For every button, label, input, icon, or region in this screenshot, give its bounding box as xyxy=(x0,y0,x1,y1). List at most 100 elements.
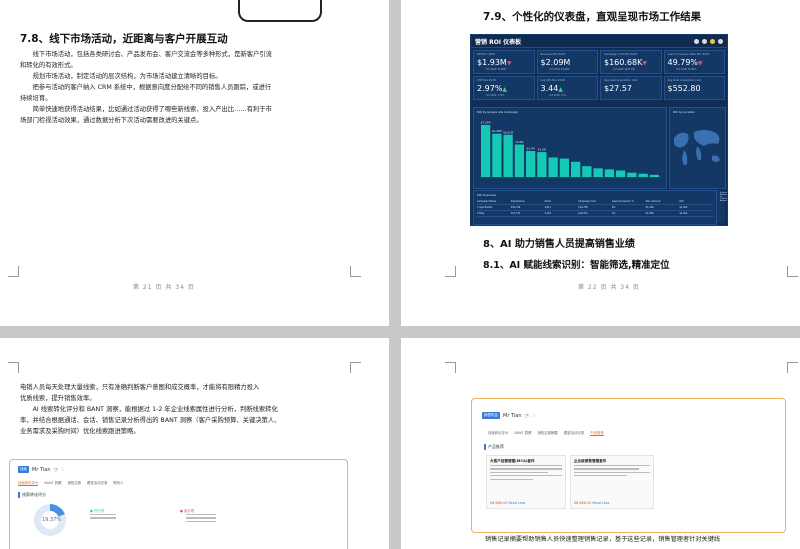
tab-sales-process[interactable]: 销售过程 xyxy=(67,480,81,486)
tab-activity-log[interactable]: 跟进活动记录 xyxy=(564,430,584,436)
roi-overview-table: Campaign Name Impressions Clicks Campaig… xyxy=(477,199,713,217)
read-less-link[interactable]: Read Less xyxy=(592,501,609,505)
kpi-sub: Oct 2018: 48.85% xyxy=(676,68,697,71)
campaign-bar[interactable] xyxy=(582,166,592,177)
text-line: 电销人员每天处理大量线索，只有准确判断客户意图和成交概率，才能将有限精力投入 xyxy=(20,384,260,391)
score-value: 19.37% xyxy=(42,517,62,523)
kpi-card: Revenue Nov 2018 $2.09M Oct 2018: $2.04M xyxy=(536,50,598,74)
table-cell: $16,768 xyxy=(578,206,588,209)
kpi-card: Avg CPC Nov 2018 3.44▲ Oct 2018: 3.31 xyxy=(536,76,598,100)
product-card[interactable]: 大客户经营管理(MCA)套件 ¥8,888.00 Read Less xyxy=(486,455,566,509)
kpi-label: Revenue Nov 2018 xyxy=(540,53,566,56)
section-heading-7-9: 7.9、个性化的仪表盘，直观呈现市场工作结果 xyxy=(483,11,702,23)
bar-value-label: $6.40M xyxy=(492,129,502,133)
crm-product-recommend-screenshot: 销售机会 Mr Tian ◔ ☆ 线索转化评分 BANT 洞察 销售过程摘要 跟… xyxy=(471,398,786,533)
campaign-bar[interactable] xyxy=(537,152,547,177)
trend-down-icon: ▼ xyxy=(642,60,647,67)
star-icon[interactable]: ☆ xyxy=(61,467,65,473)
column-header: Campaign Cost xyxy=(578,200,596,203)
campaign-bar[interactable] xyxy=(638,173,648,177)
tab-activity-log[interactable]: 跟进活动记录 xyxy=(87,480,107,486)
tab-bant[interactable]: BANT 洞察 xyxy=(514,430,531,436)
panel-title: 线索转化评分 xyxy=(18,492,46,498)
kpi-label: Avg Deal Acquisition Cost xyxy=(667,79,701,82)
settings-icon[interactable] xyxy=(718,38,723,44)
marketing-roi-dashboard: 营销 ROI 仪表板 ROI Nov 2018 $1.93M▼ Oct 2018: … xyxy=(470,34,728,226)
kpi-label: Campaign Cost Nov 2018 xyxy=(604,53,638,56)
campaign-bar[interactable] xyxy=(571,161,581,177)
read-less-link[interactable]: Read Less xyxy=(508,501,525,505)
kpi-sub: Oct 2018: $2.04M xyxy=(549,68,570,71)
kpi-label: Avg Lead Acquisition Cost xyxy=(604,79,638,82)
panel-title: ROI by Google Ads Campaign xyxy=(477,110,519,114)
page-footer: 第 22 页 共 34 页 xyxy=(578,284,640,291)
price-text: ¥8,888.00 xyxy=(490,501,508,505)
kpi-grid: ROI Nov 2018 $1.93M▼ Oct 2018: $1.89M Reve… xyxy=(471,48,727,102)
campaign-bar[interactable] xyxy=(616,170,626,178)
campaign-bar[interactable] xyxy=(526,151,536,177)
product-title: 大客户经营管理(MCA)套件 xyxy=(490,459,535,463)
phone-mockup-bottom xyxy=(238,0,322,22)
bar-value-label: $4.6M xyxy=(515,140,523,144)
bar-value-label: $3.7M xyxy=(527,147,535,151)
column-header: Impressions xyxy=(510,200,525,203)
info-icon[interactable]: ◔ xyxy=(524,413,528,419)
kpi-label: CTR Nov 2018 xyxy=(477,79,496,82)
crop-mark xyxy=(787,362,798,373)
campaign-bar[interactable] xyxy=(649,174,659,177)
product-card[interactable]: 企业级销售管理套件 ¥8,888.00 Read Less xyxy=(570,455,654,509)
panel-title: Invested Amount vs Closed Amount xyxy=(720,192,728,202)
price-text: ¥8,888.00 xyxy=(574,501,592,505)
crop-mark xyxy=(445,266,456,277)
high-score-text: 高分项 xyxy=(184,509,195,513)
tab-sales-summary[interactable]: 销售过程摘要 xyxy=(537,430,557,436)
campaign-bar[interactable] xyxy=(627,172,637,177)
tab-lead-score[interactable]: 线索转化评分 xyxy=(18,480,39,486)
text-line: 率，并结合根据通话、会话、销售记录分析得出的 BANT 洞察（客户采购预算、关键… xyxy=(20,417,281,424)
kpi-value-text: 2.97% xyxy=(477,84,503,93)
column-header: Clicks xyxy=(544,200,552,203)
campaign-bar[interactable] xyxy=(481,125,491,177)
text-line: 场部门检视活动效果，通过数据分析下次活动需要改进的关键点。 xyxy=(20,117,203,124)
campaign-bar[interactable] xyxy=(548,157,558,178)
star-icon[interactable]: ☆ xyxy=(532,413,536,419)
kpi-card: Campaign Cost Nov 2018 $160.68K▼ Oct 2018:… xyxy=(600,50,662,74)
crop-mark xyxy=(350,266,361,277)
tab-contacts[interactable]: 联系人 xyxy=(113,480,123,486)
table-cell: 2 Blog xyxy=(477,212,485,215)
campaign-bar[interactable] xyxy=(604,169,614,177)
share-icon[interactable] xyxy=(702,38,707,44)
tab-lead-score[interactable]: 线索转化评分 xyxy=(488,430,508,436)
table-row[interactable]: 2 Blog 316,733 3,218 $19,352 5% $1,83K $… xyxy=(477,211,713,217)
roi-by-location-panel: ROI by Location xyxy=(669,107,726,189)
info-icon[interactable]: ◔ xyxy=(53,467,57,473)
dashboard-toolbar xyxy=(694,38,727,44)
kpi-card: Avg Deal Acquisition Cost $552.80 xyxy=(663,76,725,100)
text-line: 业务需求及采购时间）优化线索跟进策略。 xyxy=(20,428,140,435)
table-cell: 5% xyxy=(611,212,616,215)
kpi-sub: Oct 2018: 3.31 xyxy=(549,94,566,97)
roi-overview-panel: ROI Overview Campaign Name Impressions C… xyxy=(473,190,717,225)
page-footer: 第 21 页 共 34 页 xyxy=(133,284,195,291)
campaign-bar-chart: $7.22M$6.40M $6.02M $4.6M $3.7M $3.5M xyxy=(479,121,661,178)
favorite-icon[interactable] xyxy=(710,38,715,44)
campaign-bar[interactable] xyxy=(514,144,524,178)
kpi-label: Avg CPC Nov 2018 xyxy=(540,79,565,82)
campaign-bar[interactable] xyxy=(559,158,569,177)
kpi-value: 3.44▲ xyxy=(541,84,563,93)
filter-icon[interactable] xyxy=(694,38,699,44)
kpi-value-text: 49.79% xyxy=(667,58,699,67)
crm-header: 销售机会 Mr Tian ◔ ☆ xyxy=(482,412,536,419)
crm-tabs: 线索转化评分 BANT 洞察 销售过程 跟进活动记录 联系人 xyxy=(18,480,124,486)
invested-vs-closed-panel: Invested Amount vs Closed Amount xyxy=(717,190,728,223)
campaign-bar[interactable] xyxy=(503,134,513,177)
kpi-card: Lead Conversion Rate Nov 2018 49.79%▼ Oct … xyxy=(663,50,725,74)
customer-name: Mr Tian xyxy=(32,466,51,473)
tab-product-recommend[interactable]: 产品推荐 xyxy=(590,430,604,436)
campaign-bar[interactable] xyxy=(492,133,502,177)
text-line: 线下市场活动，包括各类研讨会、产品发布会、客户交流会等多种形式，是新客户引流 xyxy=(32,51,272,58)
kpi-label: ROI Nov 2018 xyxy=(477,53,495,56)
tab-bant[interactable]: BANT 洞察 xyxy=(44,480,61,486)
table-cell: 249,796 xyxy=(510,206,521,209)
campaign-bar[interactable] xyxy=(593,168,603,177)
